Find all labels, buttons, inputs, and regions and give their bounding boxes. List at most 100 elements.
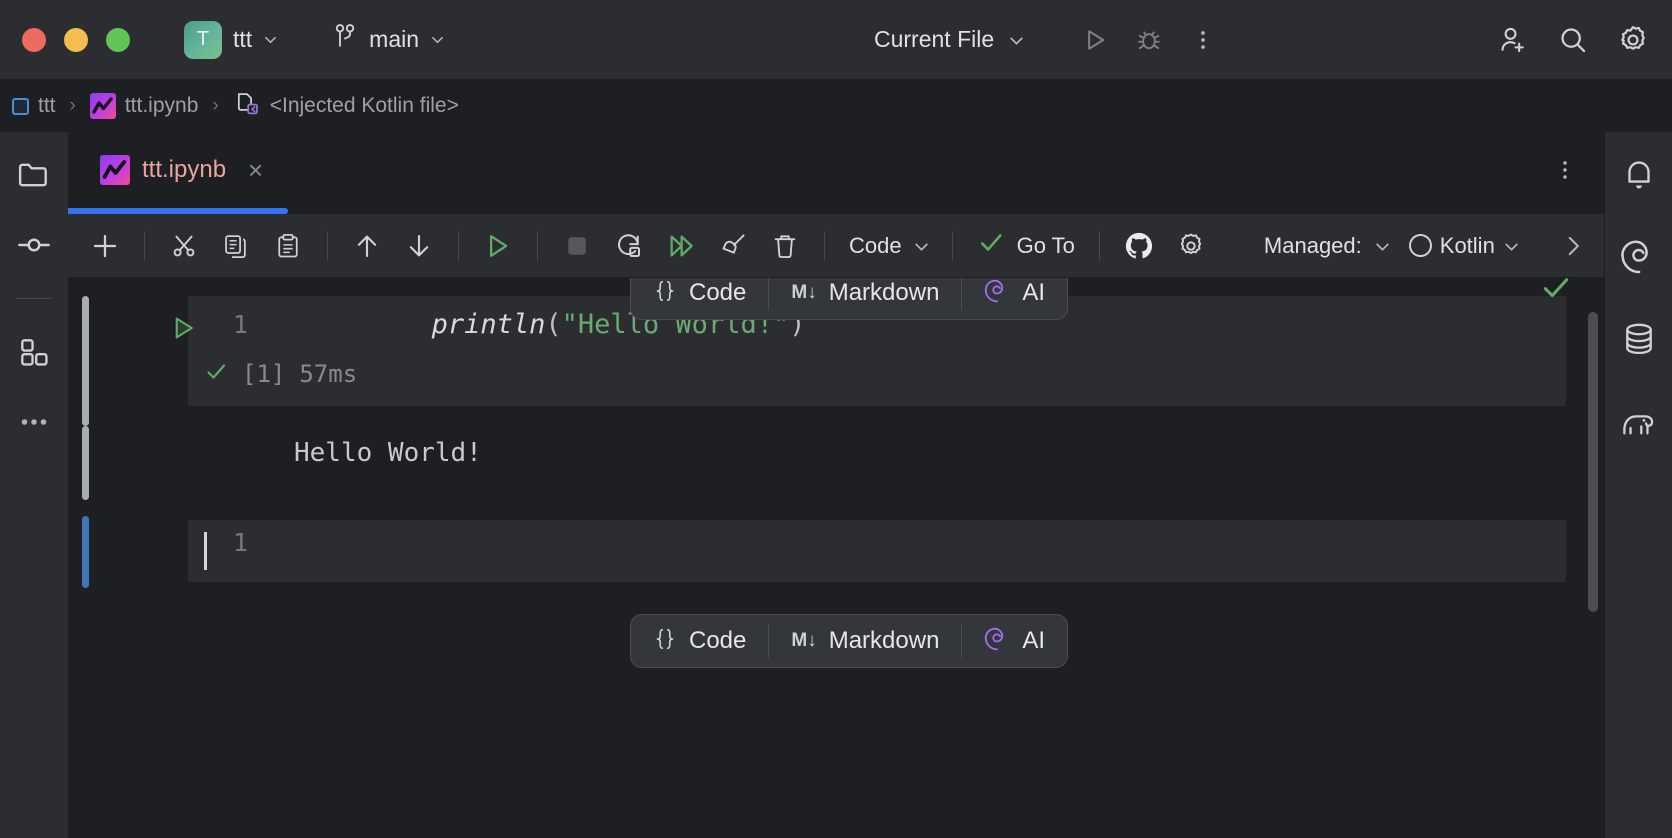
cell-insert-popup-top: Code M↓ Markdown AI <box>630 278 1069 320</box>
code-line[interactable] <box>188 520 1566 582</box>
cell-type-dropdown[interactable]: Code <box>839 223 938 269</box>
toolbar-separator <box>951 230 953 261</box>
project-selector[interactable]: T ttt <box>176 16 286 64</box>
delete-cell-button[interactable] <box>760 223 810 269</box>
kernel-selector[interactable]: Kotlin <box>1408 233 1518 259</box>
debug-icon[interactable] <box>1132 23 1166 57</box>
breadcrumb-label: ttt <box>38 94 56 117</box>
braces-icon <box>653 278 677 309</box>
maximize-window-button[interactable] <box>106 27 130 52</box>
insert-markdown-cell-button[interactable]: M↓ Markdown <box>769 615 961 667</box>
title-bar-actions <box>1496 23 1650 57</box>
module-icon <box>12 97 29 115</box>
cell-gutter-bar[interactable] <box>82 516 89 588</box>
project-avatar: T <box>184 20 222 59</box>
insert-ai-cell-button[interactable]: AI <box>962 278 1067 319</box>
run-cell-gutter-icon[interactable] <box>166 304 200 352</box>
move-cell-up-button[interactable] <box>342 223 392 269</box>
paste-cell-button[interactable] <box>263 223 313 269</box>
sidebar-item-database[interactable] <box>1618 318 1660 360</box>
run-all-cells-button[interactable] <box>656 223 706 269</box>
cell-editor[interactable] <box>188 520 1566 582</box>
sidebar-item-notifications[interactable] <box>1618 154 1660 196</box>
sidebar-item-project[interactable] <box>13 154 55 196</box>
toolbar-separator <box>327 230 328 261</box>
insert-ai-label: AI <box>1022 279 1046 306</box>
cell-insert-popup-bottom: Code M↓ Markdown AI <box>630 614 1069 668</box>
text-caret <box>204 532 207 570</box>
cut-cell-button[interactable] <box>159 223 209 269</box>
cell-gutter-bar[interactable] <box>82 296 89 426</box>
go-to-button[interactable]: Go To <box>967 229 1085 262</box>
insert-ai-cell-button[interactable]: AI <box>962 615 1067 667</box>
more-vertical-icon[interactable] <box>1186 23 1220 57</box>
breadcrumb-item-module[interactable]: ttt <box>12 94 56 118</box>
settings-gear-icon[interactable] <box>1616 23 1650 57</box>
sidebar-item-more[interactable] <box>13 401 55 443</box>
minimize-window-button[interactable] <box>64 27 88 52</box>
copy-cell-button[interactable] <box>211 223 261 269</box>
toolbar-separator <box>537 230 538 261</box>
move-cell-down-button[interactable] <box>394 223 444 269</box>
managed-label: Managed: <box>1263 232 1362 258</box>
github-icon[interactable] <box>1114 223 1164 269</box>
markdown-icon: M↓ <box>791 630 817 651</box>
line-number: 1 <box>232 310 248 339</box>
run-debug-actions <box>1078 23 1220 57</box>
main-area: ttt.ipynb × Code Go To Managed: Kotlin p… <box>0 132 1672 838</box>
add-cell-button[interactable] <box>80 223 130 269</box>
chevron-down-icon <box>913 238 928 253</box>
toolbar-separator <box>458 230 459 261</box>
window-controls <box>0 27 130 52</box>
close-icon[interactable]: × <box>248 157 263 183</box>
run-icon[interactable] <box>1078 23 1112 57</box>
toolbar-separator <box>1098 230 1100 261</box>
insert-markdown-cell-button[interactable]: M↓ Markdown <box>769 278 961 319</box>
cell-type-value: Code <box>849 232 902 258</box>
breadcrumb-label: ttt.ipynb <box>124 94 199 117</box>
editor-progress-rail <box>68 208 1604 214</box>
tab-ttt-ipynb[interactable]: ttt.ipynb × <box>68 132 283 207</box>
insert-markdown-label: Markdown <box>828 279 940 306</box>
add-user-icon[interactable] <box>1496 23 1530 57</box>
vcs-branch-selector[interactable]: main <box>324 17 453 62</box>
clear-outputs-button[interactable] <box>708 223 758 269</box>
run-cell-button[interactable] <box>473 223 523 269</box>
search-icon[interactable] <box>1556 23 1590 57</box>
run-configuration-selector[interactable]: Current File <box>874 26 1023 53</box>
breadcrumb-label: <Injected Kotlin file> <box>269 94 459 117</box>
sidebar-item-ai-assistant[interactable] <box>1618 236 1660 278</box>
left-tool-rail <box>0 132 68 838</box>
insert-code-cell-button[interactable]: Code <box>631 278 768 319</box>
restart-kernel-button[interactable] <box>604 223 654 269</box>
breadcrumb-item-injected[interactable]: <Injected Kotlin file> <box>233 90 459 123</box>
editor-tabs-more-icon[interactable] <box>1552 157 1578 183</box>
managed-dependencies-dropdown[interactable]: Managed: <box>1264 233 1389 259</box>
code-token-function: println <box>431 308 546 340</box>
run-configuration-label: Current File <box>874 26 995 52</box>
interrupt-kernel-button[interactable] <box>552 223 602 269</box>
sidebar-item-big-data-tools[interactable] <box>1618 400 1660 442</box>
check-icon <box>204 360 228 389</box>
check-icon <box>977 229 1005 262</box>
toolbar-expand-button[interactable] <box>1560 233 1592 259</box>
chevron-down-icon <box>1503 238 1518 253</box>
output-text: Hello World! <box>294 438 482 468</box>
editor-progress-bar <box>68 208 288 214</box>
notebook-scrollbar[interactable] <box>1588 312 1598 612</box>
breadcrumb-item-file[interactable]: ttt.ipynb <box>89 93 199 119</box>
injected-fragment-icon <box>233 90 261 123</box>
sidebar-item-plugins[interactable] <box>13 331 55 373</box>
sidebar-item-commit[interactable] <box>13 224 55 266</box>
output-gutter-bar <box>82 426 89 500</box>
notebook-icon <box>89 93 116 119</box>
go-to-label: Go To <box>1016 232 1075 258</box>
ai-spiral-icon <box>984 278 1010 309</box>
line-number: 1 <box>232 528 248 557</box>
insert-code-label: Code <box>689 279 747 306</box>
insert-code-cell-button[interactable]: Code <box>631 615 768 667</box>
jupyter-settings-gear-icon[interactable] <box>1166 223 1216 269</box>
close-window-button[interactable] <box>22 27 46 52</box>
toolbar-separator <box>144 230 145 261</box>
chevron-down-icon <box>430 32 445 47</box>
